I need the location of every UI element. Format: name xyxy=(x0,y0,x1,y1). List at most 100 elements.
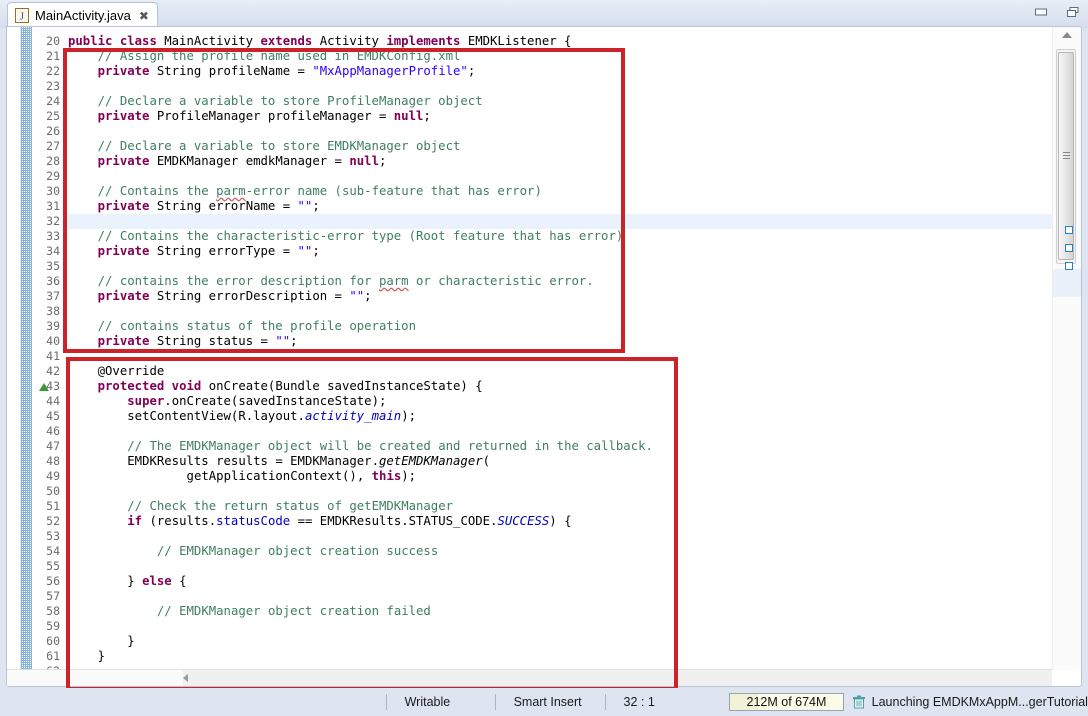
code-token: ; xyxy=(312,199,319,213)
code-token: EMDKResults results = EMDKManager. xyxy=(127,454,379,468)
code-token: // Declare a variable to store ProfileMa… xyxy=(98,94,483,108)
eclipse-editor-window: J MainActivity.java ✖ 202122232425262728… xyxy=(0,0,1088,716)
line-number: 54 xyxy=(32,544,60,559)
code-token: private xyxy=(98,109,157,123)
line-number: 49 xyxy=(32,469,60,484)
scrollbar-corner xyxy=(7,670,183,686)
code-line: // Declare a variable to store EMDKManag… xyxy=(98,139,461,154)
code-line: // Check the return status of getEMDKMan… xyxy=(127,499,453,514)
restore-icon[interactable] xyxy=(1062,4,1084,20)
line-number: 51 xyxy=(32,499,60,514)
code-token: ); xyxy=(401,469,416,483)
code-line: } xyxy=(127,634,134,649)
line-number: 39 xyxy=(32,319,60,334)
line-number: 41 xyxy=(32,349,60,364)
code-token: public xyxy=(68,34,120,48)
code-token: null xyxy=(394,109,424,123)
line-number: 35 xyxy=(32,259,60,274)
code-line: // Assign the profile name used in EMDKC… xyxy=(98,49,461,64)
code-token: // Check the return status of getEMDKMan… xyxy=(127,499,453,513)
scroll-left-arrow-icon[interactable] xyxy=(183,674,188,682)
line-number: 53 xyxy=(32,529,60,544)
code-token: // EMDKManager object creation success xyxy=(157,544,438,558)
code-token: class xyxy=(120,34,164,48)
code-line: } else { xyxy=(127,574,186,589)
code-token: statusCode xyxy=(216,514,290,528)
code-token: } xyxy=(127,634,134,648)
code-line: private EMDKManager emdkManager = null; xyxy=(98,154,387,169)
line-number: 52 xyxy=(32,514,60,529)
line-number: 36 xyxy=(32,274,60,289)
code-token: String errorDescription = xyxy=(157,289,350,303)
code-token: "" xyxy=(349,289,364,303)
code-line: protected void onCreate(Bundle savedInst… xyxy=(98,379,483,394)
code-token: String errorType = xyxy=(157,244,298,258)
code-line: if (results.statusCode == EMDKResults.ST… xyxy=(127,514,571,529)
horizontal-scrollbar[interactable] xyxy=(7,669,1052,686)
code-token: onCreate(Bundle savedInstanceState) { xyxy=(209,379,483,393)
line-number: 20 xyxy=(32,34,60,49)
line-number-gutter: 2021222324252627282930313233343536373839… xyxy=(32,27,64,686)
scroll-up-arrow-icon[interactable] xyxy=(1062,32,1072,38)
code-token: // The EMDKManager object will be create… xyxy=(127,439,653,453)
code-token: activity_main xyxy=(305,409,401,423)
code-token: @Override xyxy=(98,364,165,378)
line-number: 30 xyxy=(32,184,60,199)
line-number: 56 xyxy=(32,574,60,589)
close-icon[interactable]: ✖ xyxy=(139,10,149,22)
code-token: // EMDKManager object creation failed xyxy=(157,604,431,618)
overview-marker-icon[interactable] xyxy=(1065,226,1073,234)
code-line: // EMDKManager object creation success xyxy=(157,544,438,559)
overview-marker-icon[interactable] xyxy=(1065,244,1073,252)
code-token: ) { xyxy=(549,514,571,528)
line-number: 48 xyxy=(32,454,60,469)
code-token: private xyxy=(98,199,157,213)
code-token: MainActivity xyxy=(164,34,260,48)
code-line: // Declare a variable to store ProfileMa… xyxy=(98,94,483,109)
code-token: // contains status of the profile operat… xyxy=(98,319,416,333)
code-line: private String errorType = ""; xyxy=(98,244,320,259)
vertical-scrollbar[interactable] xyxy=(1052,27,1081,670)
code-line: // contains the error description for pa… xyxy=(98,274,594,289)
line-number: 29 xyxy=(32,169,60,184)
line-number: 23 xyxy=(32,79,60,94)
line-number: 44 xyxy=(32,394,60,409)
code-token: super xyxy=(127,394,164,408)
code-token: "" xyxy=(298,199,313,213)
line-number: 42 xyxy=(32,364,60,379)
code-token: ProfileManager profileManager = xyxy=(157,109,394,123)
tab-mainactivity-java[interactable]: J MainActivity.java ✖ xyxy=(7,2,158,28)
code-text-area[interactable]: public class MainActivity extends Activi… xyxy=(64,27,1052,670)
code-token: "" xyxy=(298,244,313,258)
marker-bar[interactable] xyxy=(7,27,21,686)
line-number: 58 xyxy=(32,604,60,619)
overridden-method-marker-icon xyxy=(39,383,49,391)
heap-status-monitor[interactable]: 212M of 674M xyxy=(729,693,844,711)
change-ruler xyxy=(21,27,32,686)
line-number: 38 xyxy=(32,304,60,319)
code-token: ; xyxy=(379,154,386,168)
line-number: 34 xyxy=(32,244,60,259)
line-number: 50 xyxy=(32,484,60,499)
code-line: public class MainActivity extends Activi… xyxy=(68,34,571,49)
code-line: EMDKResults results = EMDKManager.getEMD… xyxy=(127,454,490,469)
line-number: 45 xyxy=(32,409,60,424)
editor-tabstrip: J MainActivity.java ✖ xyxy=(0,0,1040,28)
code-line: // Contains the parm-error name (sub-fea… xyxy=(98,184,542,199)
line-number: 60 xyxy=(32,634,60,649)
code-token: ); xyxy=(401,409,416,423)
overview-marker-icon[interactable] xyxy=(1065,262,1073,270)
code-token: == EMDKResults.STATUS_CODE. xyxy=(290,514,497,528)
code-token: getApplicationContext(), xyxy=(187,469,372,483)
code-token: { xyxy=(172,574,187,588)
line-number: 57 xyxy=(32,589,60,604)
code-line: // EMDKManager object creation failed xyxy=(157,604,431,619)
code-token: } xyxy=(98,649,105,663)
line-number: 24 xyxy=(32,94,60,109)
scrollbar-grip-icon xyxy=(1063,152,1070,160)
trash-icon[interactable] xyxy=(852,694,866,710)
code-token: private xyxy=(98,154,157,168)
code-editor[interactable]: 2021222324252627282930313233343536373839… xyxy=(6,26,1082,687)
code-line: // contains status of the profile operat… xyxy=(98,319,416,334)
status-separator xyxy=(495,694,496,710)
